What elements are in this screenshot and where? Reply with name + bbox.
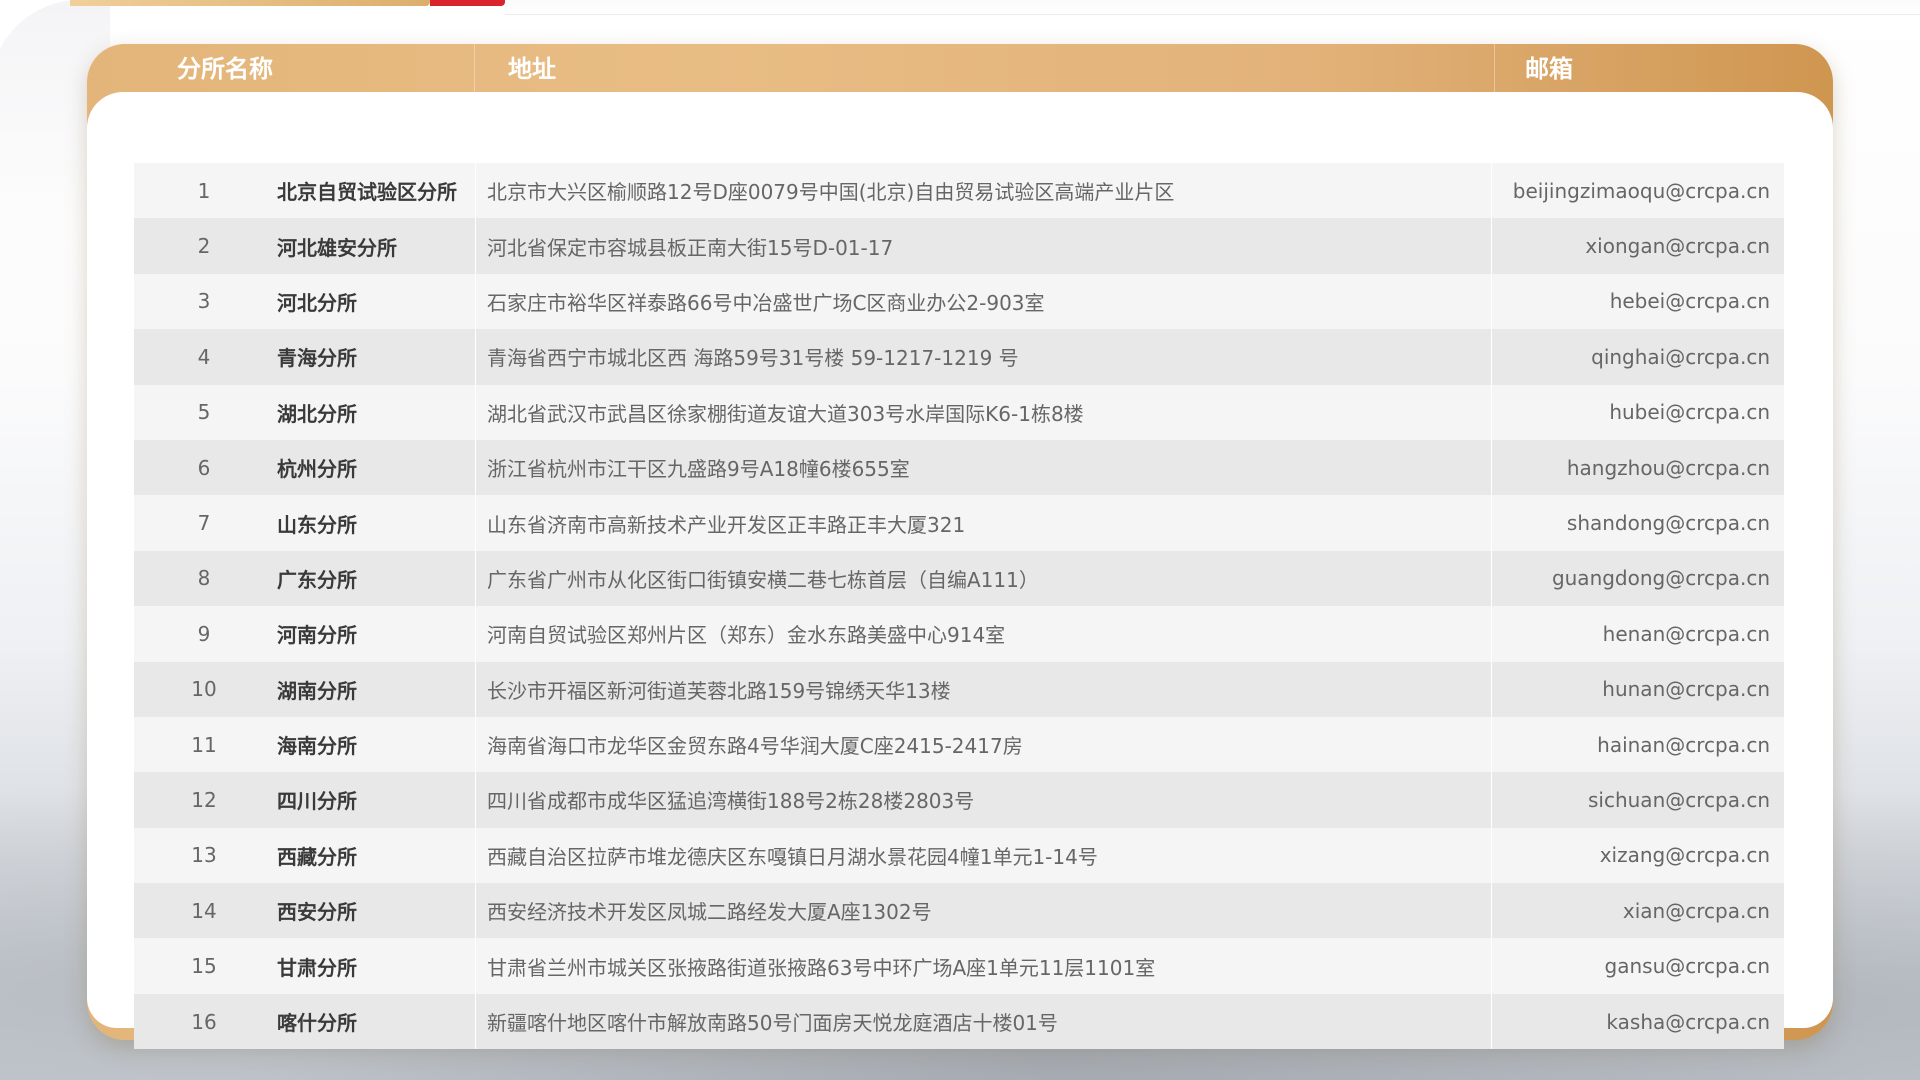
row-branch-name: 河南分所 (277, 623, 357, 648)
row-email[interactable]: hebei@crcpa.cn (1492, 289, 1784, 313)
row-branch-name: 西藏分所 (277, 844, 357, 869)
row-index: 3 (197, 289, 211, 314)
table-row: 9 河南分所 河南自贸试验区郑州片区（郑东）金水东路美盛中心914室 henan@cr… (134, 606, 1784, 662)
row-branch-name: 海南分所 (277, 734, 357, 759)
row-index: 15 (191, 954, 217, 979)
row-address: 河北省保定市容城县板正南大街15号D-01-17 (475, 218, 1492, 274)
row-branch-name: 青海分所 (277, 346, 357, 371)
row-address: 长沙市开福区新河街道芙蓉北路159号锦绣天华13楼 (475, 661, 1492, 717)
table-row: 6 杭州分所 浙江省杭州市江干区九盛路9号A18幢6楼655室 hangzhou@cr… (134, 439, 1784, 496)
table-row: 13 西藏分所 西藏自治区拉萨市堆龙德庆区东嘎镇日月湖水景花园4幢1单元1-14号 x… (134, 827, 1784, 884)
row-email[interactable]: hunan@crcpa.cn (1492, 677, 1784, 701)
row-branch-name: 喀什分所 (277, 1011, 357, 1036)
row-email[interactable]: xian@crcpa.cn (1492, 899, 1784, 923)
row-email[interactable]: hainan@crcpa.cn (1492, 733, 1784, 757)
row-branch-name: 河北雄安分所 (277, 235, 397, 260)
row-index: 6 (197, 455, 211, 480)
table-row: 15 甘肃分所 甘肃省兰州市城关区张掖路街道张掖路63号中环广场A座1单元11层11… (134, 938, 1784, 994)
row-address: 新疆喀什地区喀什市解放南路50号门面房天悦龙庭酒店十楼01号 (475, 993, 1492, 1050)
row-branch-name: 杭州分所 (277, 457, 357, 482)
row-address: 广东省广州市从化区街口街镇安横二巷七栋首层（自编A111） (475, 550, 1492, 607)
top-accent-bar-red (430, 0, 505, 6)
header-address: 地址 (475, 44, 1495, 94)
row-email[interactable]: guangdong@crcpa.cn (1492, 566, 1784, 590)
row-index: 14 (191, 898, 217, 923)
table-row: 4 青海分所 青海省西宁市城北区西 海路59号31号楼 59-1217-1219 号… (134, 329, 1784, 385)
table-row: 1 北京自贸试验区分所 北京市大兴区榆顺路12号D座0079号中国(北京)自由贸易试… (134, 163, 1784, 219)
row-email[interactable]: sichuan@crcpa.cn (1492, 788, 1784, 812)
table-row: 2 河北雄安分所 河北省保定市容城县板正南大街15号D-01-17 xiongan@c… (134, 218, 1784, 274)
row-address: 青海省西宁市城北区西 海路59号31号楼 59-1217-1219 号 (475, 329, 1492, 385)
row-index: 7 (197, 511, 211, 536)
row-email[interactable]: beijingzimaoqu@crcpa.cn (1492, 179, 1784, 203)
row-email[interactable]: qinghai@crcpa.cn (1492, 345, 1784, 369)
row-address: 山东省济南市高新技术产业开发区正丰路正丰大厦321 (475, 495, 1492, 551)
table-row: 7 山东分所 山东省济南市高新技术产业开发区正丰路正丰大厦321 shandong@c… (134, 495, 1784, 551)
row-address: 北京市大兴区榆顺路12号D座0079号中国(北京)自由贸易试验区高端产业片区 (475, 163, 1492, 219)
row-index: 8 (197, 566, 211, 591)
row-index: 16 (191, 1009, 217, 1034)
top-divider (505, 0, 1920, 15)
row-email[interactable]: gansu@crcpa.cn (1492, 954, 1784, 978)
row-email[interactable]: xiongan@crcpa.cn (1492, 234, 1784, 258)
table-row: 3 河北分所 石家庄市裕华区祥泰路66号中冶盛世广场C区商业办公2-903室 hebe… (134, 273, 1784, 330)
row-index: 2 (197, 234, 211, 259)
row-address: 湖北省武汉市武昌区徐家棚街道友谊大道303号水岸国际K6-1栋8楼 (475, 384, 1492, 440)
table-row: 11 海南分所 海南省海口市龙华区金贸东路4号华润大厦C座2415-2417房 hai… (134, 716, 1784, 773)
table-rows: 1 北京自贸试验区分所 北京市大兴区榆顺路12号D座0079号中国(北京)自由贸易试… (134, 163, 1784, 1050)
row-index: 13 (191, 843, 217, 868)
table-row: 16 喀什分所 新疆喀什地区喀什市解放南路50号门面房天悦龙庭酒店十楼01号 kash… (134, 993, 1784, 1050)
table-row: 14 西安分所 西安经济技术开发区凤城二路经发大厦A座1302号 xian@crcpa… (134, 883, 1784, 939)
row-email[interactable]: henan@crcpa.cn (1492, 622, 1784, 646)
row-address: 西藏自治区拉萨市堆龙德庆区东嘎镇日月湖水景花园4幢1单元1-14号 (475, 827, 1492, 884)
row-branch-name: 山东分所 (277, 512, 357, 537)
table-row: 12 四川分所 四川省成都市成华区猛追湾横街188号2栋28楼2803号 sichua… (134, 772, 1784, 828)
row-email[interactable]: hubei@crcpa.cn (1492, 400, 1784, 424)
branch-table-card: 分所名称 地址 邮箱 1 北京自贸试验区分所 北京市大兴区榆顺路12号D座0079号… (87, 44, 1833, 1050)
row-branch-name: 湖南分所 (277, 678, 357, 703)
row-address: 海南省海口市龙华区金贸东路4号华润大厦C座2415-2417房 (475, 716, 1492, 773)
table-row: 8 广东分所 广东省广州市从化区街口街镇安横二巷七栋首层（自编A111） guangd… (134, 550, 1784, 607)
table-header: 分所名称 地址 邮箱 (87, 44, 1833, 94)
row-branch-name: 西安分所 (277, 900, 357, 925)
row-branch-name: 广东分所 (277, 567, 357, 592)
row-address: 石家庄市裕华区祥泰路66号中冶盛世广场C区商业办公2-903室 (475, 273, 1492, 330)
row-index: 4 (197, 344, 211, 369)
row-address: 甘肃省兰州市城关区张掖路街道张掖路63号中环广场A座1单元11层1101室 (475, 938, 1492, 994)
table-body: 1 北京自贸试验区分所 北京市大兴区榆顺路12号D座0079号中国(北京)自由贸易试… (87, 92, 1833, 1050)
row-index: 5 (197, 400, 211, 425)
row-email[interactable]: shandong@crcpa.cn (1492, 511, 1784, 535)
top-accent-bar-gold (70, 0, 430, 6)
row-address: 河南自贸试验区郑州片区（郑东）金水东路美盛中心914室 (475, 606, 1492, 662)
row-branch-name: 河北分所 (277, 290, 357, 315)
row-branch-name: 甘肃分所 (277, 955, 357, 980)
row-address: 浙江省杭州市江干区九盛路9号A18幢6楼655室 (475, 439, 1492, 496)
row-index: 12 (191, 787, 217, 812)
header-email: 邮箱 (1525, 55, 1573, 83)
row-index: 10 (191, 677, 217, 702)
table-row: 10 湖南分所 长沙市开福区新河街道芙蓉北路159号锦绣天华13楼 hunan@crc… (134, 661, 1784, 717)
row-branch-name: 北京自贸试验区分所 (277, 180, 457, 205)
row-index: 9 (197, 621, 211, 646)
row-branch-name: 湖北分所 (277, 401, 357, 426)
row-address: 四川省成都市成华区猛追湾横街188号2栋28楼2803号 (475, 772, 1492, 828)
row-email[interactable]: hangzhou@crcpa.cn (1492, 456, 1784, 480)
row-branch-name: 四川分所 (277, 789, 357, 814)
table-row: 5 湖北分所 湖北省武汉市武昌区徐家棚街道友谊大道303号水岸国际K6-1栋8楼 hu… (134, 384, 1784, 440)
row-index: 11 (191, 732, 217, 757)
row-email[interactable]: kasha@crcpa.cn (1492, 1010, 1784, 1034)
row-email[interactable]: xizang@crcpa.cn (1492, 843, 1784, 867)
header-branch-name: 分所名称 (87, 44, 475, 94)
row-address: 西安经济技术开发区凤城二路经发大厦A座1302号 (475, 883, 1492, 939)
row-index: 1 (197, 178, 211, 203)
